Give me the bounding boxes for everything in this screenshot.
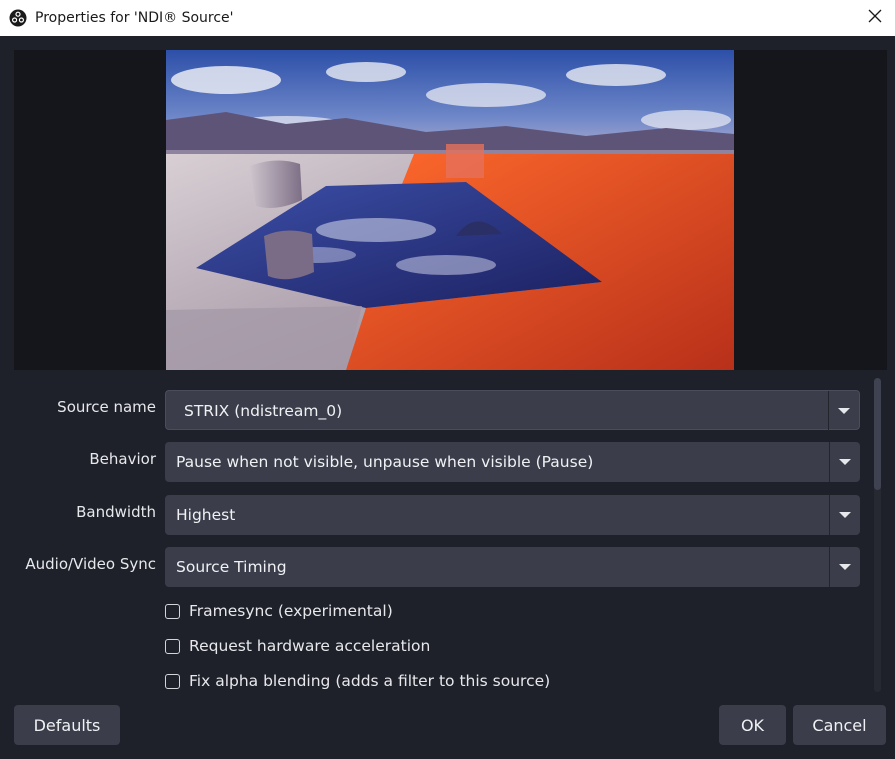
close-icon [868,9,882,27]
hw-accel-checkbox[interactable]: Request hardware acceleration [165,635,430,657]
bandwidth-value: Highest [176,506,236,524]
behavior-value: Pause when not visible, unpause when vis… [176,453,594,471]
close-button[interactable] [855,0,895,36]
checkbox-box[interactable] [165,603,180,619]
av-sync-combo[interactable]: Source Timing [165,547,860,587]
source-name-combo[interactable]: STRIX (ndistream_0) [165,390,860,431]
chevron-down-icon [839,564,851,570]
obs-logo-icon [9,9,27,27]
window-title: Properties for 'NDI® Source' [35,10,234,26]
bandwidth-dropdown-button[interactable] [829,495,860,535]
av-sync-value: Source Timing [176,558,287,576]
fix-alpha-checkbox[interactable]: Fix alpha blending (adds a filter to thi… [165,670,550,692]
av-sync-label: Audio/Video Sync [25,555,156,573]
fix-alpha-label: Fix alpha blending (adds a filter to thi… [189,672,551,690]
scrollbar-thumb[interactable] [874,378,881,490]
chevron-down-icon [839,512,851,518]
chevron-down-icon [838,408,850,414]
behavior-dropdown-button[interactable] [829,442,860,482]
3d-scene-preview [166,50,734,370]
cancel-button[interactable]: Cancel [793,705,886,745]
checkbox-box[interactable] [165,638,180,654]
properties-scrollbar[interactable] [871,378,885,692]
title-bar: Properties for 'NDI® Source' [0,0,895,36]
bandwidth-combo[interactable]: Highest [165,495,860,535]
checkbox-box[interactable] [165,673,180,689]
framesync-label: Framesync (experimental) [189,602,393,620]
framesync-checkbox[interactable]: Framesync (experimental) [165,600,393,622]
hw-accel-label: Request hardware acceleration [189,637,431,655]
source-name-dropdown-button[interactable] [828,391,859,431]
source-name-label: Source name [57,398,156,416]
defaults-button[interactable]: Defaults [14,705,120,745]
bandwidth-label: Bandwidth [76,503,156,521]
source-name-value: STRIX (ndistream_0) [184,402,343,420]
behavior-combo[interactable]: Pause when not visible, unpause when vis… [165,442,860,482]
chevron-down-icon [839,459,851,465]
preview-area [14,50,887,370]
ok-button[interactable]: OK [719,705,786,745]
properties-panel: Source name STRIX (ndistream_0) Behavior… [0,370,895,695]
av-sync-dropdown-button[interactable] [829,547,860,587]
behavior-label: Behavior [89,450,156,468]
